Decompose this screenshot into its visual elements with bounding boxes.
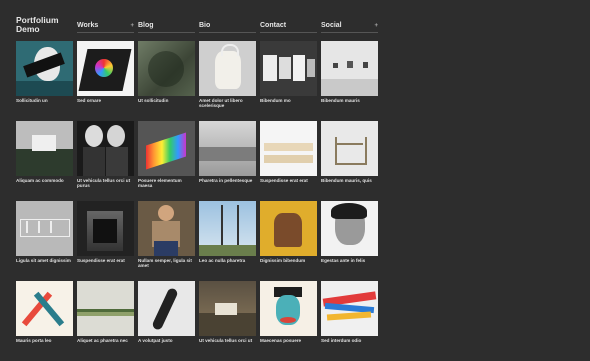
portfolio-item[interactable]: A volutpat justo	[138, 281, 195, 361]
thumbnail-image[interactable]	[199, 281, 256, 336]
brand-line2: Demo	[16, 24, 40, 34]
thumbnail-image[interactable]	[321, 201, 378, 256]
thumbnail-image[interactable]	[138, 281, 195, 336]
thumbnail-image[interactable]	[77, 281, 134, 336]
thumbnail-image[interactable]	[260, 41, 317, 96]
item-caption: Aliquam ac commodo	[16, 178, 64, 183]
item-caption: Sollicitudin un	[16, 98, 48, 103]
portfolio-item[interactable]: Posuere elementum maesa	[138, 121, 195, 201]
thumbnail-image[interactable]	[260, 281, 317, 336]
nav-contact[interactable]: Contact	[260, 22, 317, 33]
main-nav: Works + Blog Bio Contact Social +	[77, 22, 382, 33]
nav-social[interactable]: Social +	[321, 22, 378, 33]
item-caption: Ligula sit amet dignissim	[16, 258, 71, 263]
item-caption: Pharetra in pellentesque	[199, 178, 253, 183]
thumbnail-image[interactable]	[16, 201, 73, 256]
portfolio-item[interactable]: Nullam semper, ligula sit amet	[138, 201, 195, 281]
portfolio-item[interactable]: Dignissim bibendum	[260, 201, 317, 281]
nav-contact-label: Contact	[260, 22, 287, 29]
portfolio-item[interactable]: Egestas ante in felis	[321, 201, 378, 281]
item-caption: Suspendisse erat erat	[260, 178, 308, 183]
thumbnail-image[interactable]	[16, 281, 73, 336]
item-caption: Ut sollicitudin	[138, 98, 169, 103]
nav-works[interactable]: Works +	[77, 22, 134, 33]
portfolio-item[interactable]: Amet dolor ut libero scelerisque	[199, 41, 256, 121]
item-caption: Suspendisse erat erat	[77, 258, 125, 263]
item-caption: Bibendum mauris	[321, 98, 360, 103]
portfolio-item[interactable]: Bibendum mo	[260, 41, 317, 121]
item-caption: Leo ac nulla pharetra	[199, 258, 246, 263]
thumbnail-image[interactable]	[321, 281, 378, 336]
item-caption: Posuere elementum maesa	[138, 178, 182, 189]
portfolio-item[interactable]: Sed ornare	[77, 41, 134, 121]
thumbnail-image[interactable]	[260, 121, 317, 176]
item-caption: Ut vehicula tellus orci ut purus	[77, 178, 131, 189]
portfolio-item[interactable]: Sed interdum odio	[321, 281, 378, 361]
portfolio-item[interactable]: Aliquam ac commodo	[16, 121, 73, 201]
thumbnail-image[interactable]	[321, 41, 378, 96]
thumbnail-image[interactable]	[77, 121, 134, 176]
nav-blog[interactable]: Blog	[138, 22, 195, 33]
portfolio-item[interactable]: Suspendisse erat erat	[77, 201, 134, 281]
plus-icon: +	[374, 23, 378, 29]
portfolio-item[interactable]: Suspendisse erat erat	[260, 121, 317, 201]
thumbnail-image[interactable]	[138, 41, 195, 96]
thumbnail-image[interactable]	[199, 121, 256, 176]
portfolio-item[interactable]: Bibendum mauris, quis	[321, 121, 378, 201]
item-caption: Bibendum mauris, quis	[321, 178, 372, 183]
portfolio-item[interactable]: Pharetra in pellentesque	[199, 121, 256, 201]
plus-icon: +	[130, 23, 134, 29]
nav-works-label: Works	[77, 22, 99, 29]
thumbnail-image[interactable]	[77, 201, 134, 256]
item-caption: Egestas ante in felis	[321, 258, 366, 263]
site-logo[interactable]: Portfolium Demo	[16, 16, 68, 34]
thumbnail-image[interactable]	[16, 41, 73, 96]
thumbnail-image[interactable]	[138, 201, 195, 256]
nav-bio[interactable]: Bio	[199, 22, 256, 33]
thumbnail-image[interactable]	[16, 121, 73, 176]
item-caption: Dignissim bibendum	[260, 258, 306, 263]
portfolio-item[interactable]: Ligula sit amet dignissim	[16, 201, 73, 281]
nav-blog-label: Blog	[138, 22, 154, 29]
portfolio-item[interactable]: Bibendum mauris	[321, 41, 378, 121]
portfolio-item[interactable]: Mauris porta leo	[16, 281, 73, 361]
thumbnail-image[interactable]	[321, 121, 378, 176]
portfolio-item[interactable]: Maecenas posuere	[260, 281, 317, 361]
thumbnail-image[interactable]	[199, 41, 256, 96]
item-caption: Bibendum mo	[260, 98, 291, 103]
portfolio-grid: Sollicitudin un Sed ornare Ut sollicitud…	[16, 41, 378, 361]
portfolio-item[interactable]: Leo ac nulla pharetra	[199, 201, 256, 281]
portfolio-item[interactable]: Sollicitudin un	[16, 41, 73, 121]
portfolio-item[interactable]: Ut vehicula tellus orci ut	[199, 281, 256, 361]
thumbnail-image[interactable]	[77, 41, 134, 96]
item-caption: Sed ornare	[77, 98, 101, 103]
portfolio-item[interactable]: Ut sollicitudin	[138, 41, 195, 121]
thumbnail-image[interactable]	[260, 201, 317, 256]
thumbnail-image[interactable]	[138, 121, 195, 176]
nav-bio-label: Bio	[199, 22, 211, 29]
portfolio-item[interactable]: Aliquet ac pharetra nec	[77, 281, 134, 361]
item-caption: Nullam semper, ligula sit amet	[138, 258, 192, 269]
thumbnail-image[interactable]	[199, 201, 256, 256]
portfolio-item[interactable]: Ut vehicula tellus orci ut purus	[77, 121, 134, 201]
item-caption: Amet dolor ut libero scelerisque	[199, 98, 243, 109]
nav-social-label: Social	[321, 22, 342, 29]
